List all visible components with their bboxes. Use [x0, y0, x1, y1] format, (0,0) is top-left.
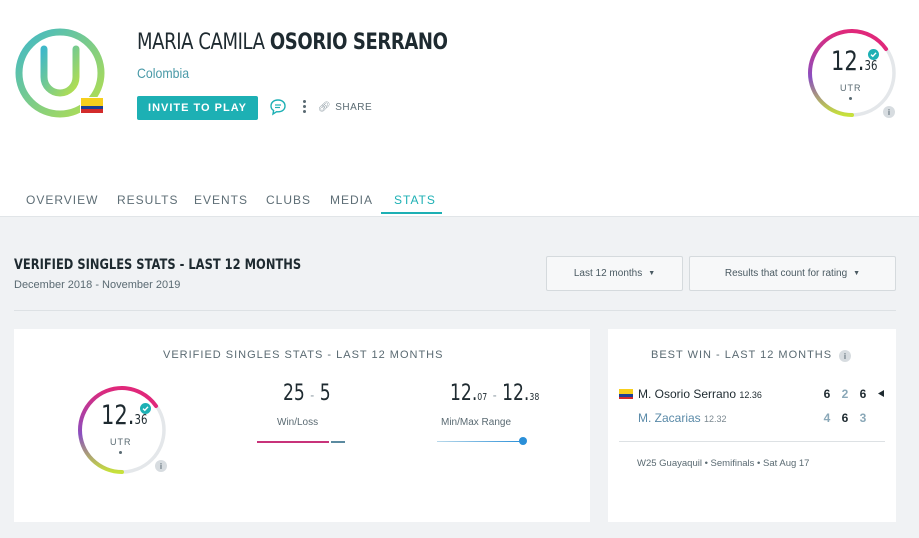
wins-value: 25 — [283, 381, 305, 406]
best-win-card: BEST WIN - LAST 12 MONTHS i — [608, 329, 896, 522]
active-tab-indicator — [381, 212, 442, 214]
range-dot — [519, 437, 527, 445]
player-last-name: OSORIO SERRANO — [269, 30, 448, 55]
profile-tabs: OVERVIEW RESULTS EVENTS CLUBS MEDIA STAT… — [0, 183, 919, 217]
loser-name: M. Zacarias — [638, 411, 701, 425]
info-icon[interactable]: i — [155, 460, 167, 472]
range-label: Min/Max Range — [441, 417, 512, 428]
winner-utr: 12.36 — [739, 390, 762, 400]
results-filter-select[interactable]: Results that count for rating ▼ — [689, 256, 896, 291]
more-icon[interactable] — [300, 100, 308, 116]
best-win-title: BEST WIN - LAST 12 MONTHS — [651, 349, 833, 361]
tab-overview[interactable]: OVERVIEW — [26, 193, 98, 207]
loser-set-1: 4 — [823, 411, 831, 425]
tab-clubs[interactable]: CLUBS — [266, 193, 311, 207]
loser-player[interactable]: M. Zacarias 12.32 — [638, 411, 727, 425]
period-filter-select[interactable]: Last 12 months ▼ — [546, 256, 683, 291]
verified-icon — [140, 403, 151, 414]
winner-set-2: 2 — [841, 387, 849, 401]
caret-down-icon: ▼ — [853, 270, 861, 277]
colombia-flag-icon — [80, 97, 104, 114]
share-label: SHARE — [335, 102, 373, 113]
tab-media[interactable]: MEDIA — [330, 193, 373, 207]
winner-set-1: 6 — [823, 387, 831, 401]
utr-label: UTR — [840, 83, 862, 93]
share-button[interactable]: 🔗︎ SHARE — [318, 102, 372, 113]
stats-utr-whole: 12. — [101, 400, 135, 431]
section-period: December 2018 - November 2019 — [14, 279, 181, 291]
match-info[interactable]: W25 Guayaquil • Semifinals • Sat Aug 17 — [637, 458, 809, 469]
tab-stats[interactable]: STATS — [394, 193, 436, 207]
losses-value: 5 — [319, 381, 331, 406]
winner-set-3: 6 — [859, 387, 867, 401]
serve-indicator-icon — [878, 390, 884, 397]
range-bar — [437, 441, 523, 442]
winner-name: M. Osorio Serrano — [638, 387, 737, 401]
win-loss-dash: - — [310, 388, 315, 404]
section-title: VERIFIED SINGLES STATS - LAST 12 MONTHS — [14, 257, 302, 273]
loser-utr: 12.32 — [704, 414, 727, 424]
colombia-flag-icon — [619, 389, 633, 399]
tab-events[interactable]: EVENTS — [194, 193, 248, 207]
min-whole: 12. — [450, 381, 478, 406]
info-icon[interactable]: i — [839, 350, 851, 362]
player-name: MARIA CAMILA OSORIO SERRANO — [137, 30, 448, 55]
tab-results[interactable]: RESULTS — [117, 193, 178, 207]
card-title: VERIFIED SINGLES STATS - LAST 12 MONTHS — [163, 349, 444, 361]
max-whole: 12. — [502, 381, 530, 406]
utr-rating-whole: 12. — [831, 46, 865, 77]
player-country: Colombia — [137, 65, 190, 81]
caret-down-icon: ▼ — [648, 270, 656, 277]
stats-utr-label: UTR — [110, 437, 132, 447]
period-filter-value: Last 12 months — [573, 268, 643, 279]
win-loss-label: Win/Loss — [277, 417, 319, 428]
loser-set-2: 6 — [841, 411, 849, 425]
range-dash: - — [492, 388, 497, 404]
link-icon: 🔗︎ — [318, 102, 332, 113]
win-loss-value: 25 - 5 — [283, 381, 331, 406]
loss-bar — [331, 441, 345, 443]
min-decimal: 07 — [477, 392, 488, 403]
info-icon[interactable]: i — [883, 106, 895, 118]
max-decimal: 38 — [529, 392, 540, 403]
invite-to-play-button[interactable]: INVITE TO PLAY — [137, 96, 258, 120]
win-bar — [257, 441, 329, 443]
min-max-range-value: 12.07 - 12.38 — [450, 381, 539, 406]
match-divider — [619, 441, 885, 442]
chat-icon[interactable] — [269, 98, 287, 116]
loser-set-3: 3 — [859, 411, 867, 425]
stats-utr-dot — [119, 451, 122, 454]
section-divider — [14, 310, 896, 311]
winner-player[interactable]: M. Osorio Serrano 12.36 — [638, 387, 762, 401]
player-first-name: MARIA CAMILA — [137, 30, 265, 55]
utr-dot — [849, 97, 852, 100]
stats-utr-decimal: 36 — [134, 413, 148, 428]
utr-rating-decimal: 36 — [864, 59, 878, 74]
verified-icon — [868, 49, 879, 60]
results-filter-value: Results that count for rating — [724, 268, 848, 279]
